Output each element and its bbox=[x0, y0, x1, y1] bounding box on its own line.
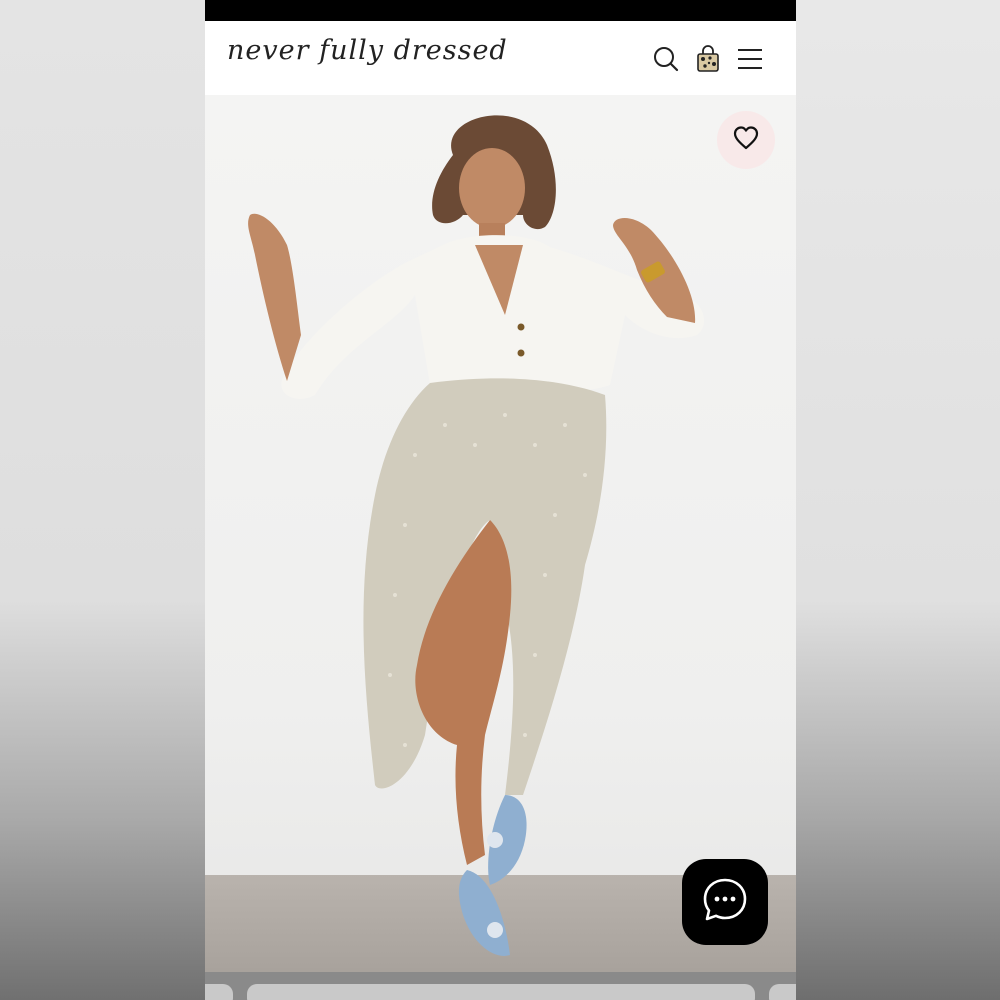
bottom-pill-center[interactable] bbox=[247, 984, 755, 1000]
shopping-bag-icon[interactable] bbox=[694, 45, 722, 73]
site-header: never fully dressed bbox=[205, 21, 796, 95]
chat-bubble-icon bbox=[701, 876, 749, 929]
bottom-pill-right[interactable] bbox=[769, 984, 796, 1000]
model-figure bbox=[248, 115, 705, 956]
product-image[interactable] bbox=[205, 95, 796, 972]
wishlist-button[interactable] bbox=[717, 111, 775, 169]
promo-bar bbox=[205, 0, 796, 21]
search-icon[interactable] bbox=[652, 45, 680, 73]
mobile-screen: never fully dressed bbox=[205, 0, 796, 1000]
chat-button[interactable] bbox=[682, 859, 768, 945]
bottom-pill-left[interactable] bbox=[205, 984, 233, 1000]
brand-logo[interactable]: never fully dressed bbox=[227, 35, 508, 66]
background-blur-right bbox=[796, 0, 1000, 1000]
background-blur-left bbox=[0, 0, 205, 1000]
menu-icon[interactable] bbox=[736, 45, 764, 73]
heart-icon bbox=[733, 125, 759, 155]
